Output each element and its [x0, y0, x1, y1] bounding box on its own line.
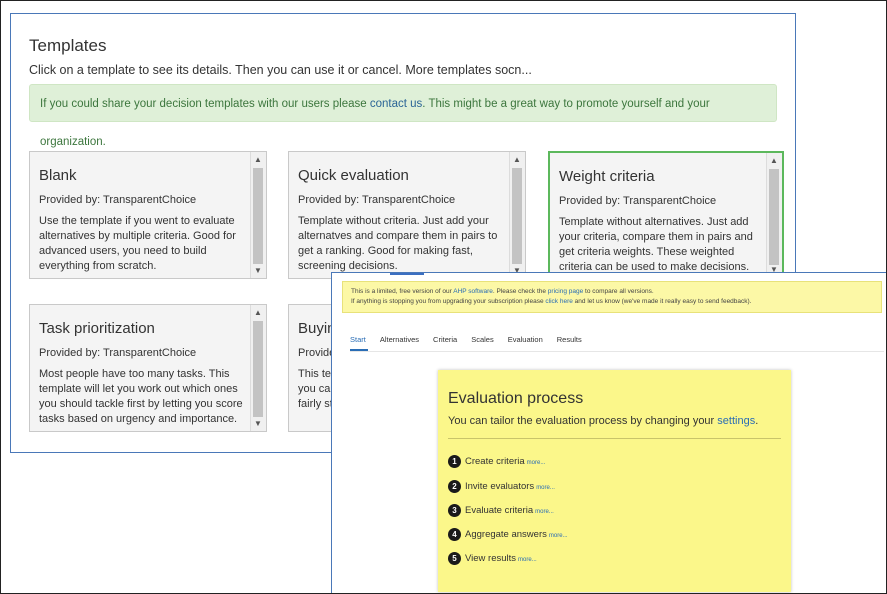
- tab-evaluation[interactable]: Evaluation: [508, 335, 543, 344]
- card-scrollbar[interactable]: ▲ ▼: [766, 153, 782, 277]
- process-subtitle: You can tailor the evaluation process by…: [448, 415, 758, 427]
- step-view-results: 5 View results more...: [448, 552, 537, 565]
- card-scrollbar[interactable]: ▲ ▼: [250, 305, 266, 431]
- step-number-badge: 5: [448, 552, 461, 565]
- card-provider: Provided by: TransparentChoice: [39, 194, 197, 206]
- ahp-software-link[interactable]: AHP software: [453, 288, 493, 295]
- tabs-divider: [350, 351, 884, 352]
- step-more-link[interactable]: more...: [536, 485, 555, 491]
- notice-text: This is a limited, free version of our: [351, 288, 454, 295]
- card-scrollbar[interactable]: ▲ ▼: [250, 152, 266, 278]
- share-templates-alert: If you could share your decision templat…: [29, 84, 777, 148]
- card-provider: Provided by: TransparentChoice: [298, 194, 456, 206]
- notice-text: and let us know (we've made it really ea…: [572, 298, 752, 305]
- step-label: View results: [465, 553, 517, 565]
- card-title: Task prioritization: [39, 320, 155, 337]
- step-more-link[interactable]: more...: [549, 533, 568, 539]
- ahp-app-window: This is a limited, free version of our A…: [331, 272, 886, 593]
- notice-text: to compare all versions.: [583, 288, 654, 295]
- tab-alternatives[interactable]: Alternatives: [380, 335, 419, 344]
- tab-results[interactable]: Results: [557, 335, 582, 344]
- template-card-weight-criteria[interactable]: Weight criteria Provided by: Transparent…: [548, 151, 784, 279]
- card-scrollbar[interactable]: ▲ ▼: [509, 152, 525, 278]
- scroll-up-icon[interactable]: ▲: [513, 155, 521, 164]
- evaluation-process-panel: Evaluation process You can tailor the ev…: [438, 370, 791, 592]
- pricing-page-link[interactable]: pricing page: [548, 288, 583, 295]
- notice-text: If anything is stopping you from upgradi…: [351, 298, 546, 305]
- step-more-link[interactable]: more...: [527, 460, 546, 466]
- card-provider: Provided by: TransparentChoice: [39, 347, 197, 359]
- window-accent-bar: [390, 273, 424, 275]
- templates-subtitle: Click on a template to see its details. …: [29, 63, 532, 77]
- notice-line-1: This is a limited, free version of our A…: [351, 287, 873, 297]
- step-more-link[interactable]: more...: [518, 557, 537, 563]
- process-divider: [448, 438, 781, 439]
- process-subtitle-text: You can tailor the evaluation process by…: [448, 415, 718, 427]
- template-card-quick-evaluation[interactable]: Quick evaluation Provided by: Transparen…: [288, 151, 526, 279]
- step-more-link[interactable]: more...: [535, 509, 554, 515]
- notice-line-2: If anything is stopping you from upgradi…: [351, 297, 873, 307]
- template-card-task-prioritization[interactable]: Task prioritization Provided by: Transpa…: [29, 304, 267, 432]
- tab-criteria[interactable]: Criteria: [433, 335, 457, 344]
- free-version-notice: This is a limited, free version of our A…: [342, 281, 882, 313]
- step-label: Aggregate answers: [465, 529, 547, 541]
- step-number-badge: 2: [448, 480, 461, 493]
- step-label: Create criteria: [465, 456, 525, 468]
- card-title: Quick evaluation: [298, 167, 409, 184]
- tab-start[interactable]: Start: [350, 335, 366, 344]
- scroll-thumb[interactable]: [769, 169, 779, 265]
- card-title: Weight criteria: [559, 168, 655, 185]
- step-number-badge: 4: [448, 528, 461, 541]
- scroll-down-icon[interactable]: ▼: [254, 266, 262, 275]
- step-number-badge: 3: [448, 504, 461, 517]
- card-description: Template without alternatives. Just add …: [559, 216, 753, 273]
- templates-title: Templates: [29, 36, 107, 55]
- card-description: Template without criteria. Just add your…: [298, 215, 498, 272]
- main-tabs: Start Alternatives Criteria Scales Evaluatio…: [350, 335, 596, 344]
- card-provider: Provided by: TransparentChoice: [559, 195, 717, 207]
- share-text-before: If you could share your decision templat…: [40, 98, 370, 110]
- step-label: Invite evaluators: [465, 481, 535, 493]
- scroll-up-icon[interactable]: ▲: [254, 308, 262, 317]
- template-card-blank[interactable]: Blank Provided by: TransparentChoice Use…: [29, 151, 267, 279]
- step-create-criteria: 1 Create criteria more...: [448, 455, 545, 468]
- step-number-badge: 1: [448, 455, 461, 468]
- tab-scales[interactable]: Scales: [471, 335, 494, 344]
- scroll-thumb[interactable]: [253, 168, 263, 264]
- card-description: Most people have too many tasks. This te…: [39, 368, 243, 425]
- step-label: Evaluate criteria: [465, 505, 534, 517]
- click-here-link[interactable]: click here: [545, 298, 572, 305]
- step-aggregate-answers: 4 Aggregate answers more...: [448, 528, 568, 541]
- process-subtitle-end: .: [755, 415, 759, 427]
- contact-us-link[interactable]: contact us: [370, 98, 422, 110]
- step-invite-evaluators: 2 Invite evaluators more...: [448, 480, 555, 493]
- card-description: Use the template if you went to evaluate…: [39, 215, 236, 272]
- scroll-up-icon[interactable]: ▲: [254, 155, 262, 164]
- process-title: Evaluation process: [448, 390, 584, 407]
- scroll-up-icon[interactable]: ▲: [770, 156, 778, 165]
- scroll-down-icon[interactable]: ▼: [254, 419, 262, 428]
- settings-link[interactable]: settings: [717, 415, 755, 427]
- notice-text: . Please check the: [492, 288, 548, 295]
- card-provider: Provide: [298, 347, 336, 359]
- step-evaluate-criteria: 3 Evaluate criteria more...: [448, 504, 554, 517]
- scroll-thumb[interactable]: [512, 168, 522, 264]
- scroll-thumb[interactable]: [253, 321, 263, 417]
- card-title: Blank: [39, 167, 77, 184]
